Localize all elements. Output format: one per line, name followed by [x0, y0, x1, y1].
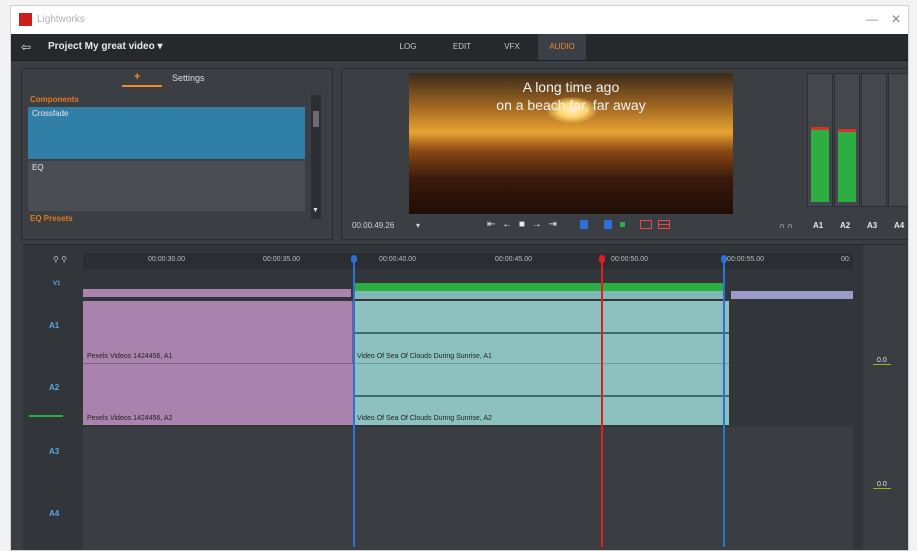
title-bar: Lightworks — ✕	[11, 6, 908, 34]
remove-section-icon[interactable]	[658, 220, 670, 229]
mark-out-line[interactable]	[723, 257, 725, 547]
meter-a1	[807, 73, 833, 207]
tab-edit[interactable]: EDIT	[445, 34, 479, 60]
playhead[interactable]	[601, 257, 603, 547]
timeline-panel: ⚲ ⚲ 00:00:30.00 00:00:35.00 00:00:40.00 …	[23, 244, 906, 550]
track-a1-label[interactable]: A1	[49, 321, 59, 330]
scroll-down-icon[interactable]: ▼	[312, 207, 319, 214]
video-preview[interactable]: A long time ago on a beach far, far away	[409, 73, 733, 214]
component-crossfade-label: Crossfade	[32, 109, 69, 118]
component-eq[interactable]: EQ	[28, 161, 305, 211]
channel-label-a4[interactable]: A4	[894, 221, 904, 230]
playhead-handle[interactable]	[599, 255, 605, 263]
minimize-button[interactable]: —	[866, 12, 878, 26]
meter-a3	[861, 73, 887, 207]
app-logo-icon	[19, 13, 32, 26]
video-clip-teal[interactable]	[353, 291, 723, 299]
track-a3-label[interactable]: A3	[49, 447, 59, 456]
mark-in-line[interactable]	[353, 257, 355, 547]
ruler-label: 00:00:50.00	[611, 256, 648, 263]
app-title: Lightworks	[37, 14, 85, 25]
app-window: Lightworks — ✕ ⇦ Project My great video …	[10, 5, 909, 551]
project-title[interactable]: Project My great video ▾	[48, 41, 163, 52]
channel-label-a2[interactable]: A2	[840, 221, 850, 230]
tab-log[interactable]: LOG	[393, 34, 423, 60]
track-headers: V1 A1 A2 A3 A4	[23, 275, 83, 550]
level-a1-a2[interactable]: 0.0	[873, 357, 891, 365]
meter-a4	[888, 73, 908, 207]
headphone-icons[interactable]: ∩ ∩	[779, 221, 793, 230]
mark-out-icon[interactable]	[604, 220, 612, 229]
track-level-line	[29, 415, 63, 417]
track-mix-column: 0.0 0.0	[863, 245, 906, 550]
clear-marks-icon[interactable]	[640, 220, 652, 229]
tab-audio[interactable]: AUDIO	[538, 34, 586, 60]
meter-a1-level	[811, 130, 829, 202]
component-crossfade[interactable]: Crossfade	[28, 107, 305, 159]
mark-in-handle[interactable]	[351, 255, 357, 263]
component-eq-label: EQ	[32, 163, 44, 172]
ruler-label: 00:	[841, 256, 851, 263]
audio-clip-a2-right[interactable]: Video Of Sea Of Clouds During Sunrise, A…	[353, 363, 729, 425]
ruler-label: 00:00:45.00	[495, 256, 532, 263]
mark-in-icon[interactable]	[580, 220, 588, 229]
ruler-label: 00:00:30.00	[148, 256, 185, 263]
meter-a1-peak	[811, 127, 829, 130]
meter-a2-peak	[838, 129, 856, 132]
components-label: Components	[30, 95, 79, 104]
meter-a2-level	[838, 132, 856, 202]
ruler-label: 00:00:40.00	[379, 256, 416, 263]
clip-label: Video Of Sea Of Clouds During Sunrise, A…	[357, 415, 492, 422]
waveform	[353, 394, 729, 397]
track-a2-label[interactable]: A2	[49, 383, 59, 392]
tab-settings[interactable]: Settings	[172, 73, 205, 83]
video-clip-green[interactable]	[353, 283, 723, 291]
zoom-icons[interactable]: ⚲ ⚲	[53, 255, 67, 264]
meter-a2	[834, 73, 860, 207]
transport-controls[interactable]: ⇤ ← ■ → ⇥	[487, 219, 559, 230]
eq-presets-label: EQ Presets	[30, 214, 73, 223]
viewer-timecode[interactable]: 00.00.49.26	[352, 221, 394, 230]
audio-clip-a1-left[interactable]: Pexels Videos 1424456, A1	[83, 301, 353, 363]
active-tab-indicator	[122, 85, 162, 87]
track-a4-label[interactable]: A4	[49, 509, 59, 518]
ruler-label: 00:00:35.00	[263, 256, 300, 263]
timecode-menu-icon[interactable]: ▾	[416, 221, 420, 230]
audio-meters-panel: ∩ ∩ A1 A2 A3 A4	[779, 68, 908, 240]
effects-panel: + Settings Components Crossfade EQ EQ Pr…	[21, 68, 333, 240]
subtitle-line-2: on a beach far, far away	[496, 97, 646, 113]
waveform	[353, 332, 729, 334]
ruler-label: 00:00:55.00	[727, 256, 764, 263]
level-a3-a4[interactable]: 0.0	[873, 481, 891, 489]
effects-scrollbar[interactable]: ▼	[311, 95, 321, 219]
menu-bar: ⇦ Project My great video ▾ LOG EDIT VFX …	[11, 34, 908, 61]
subtitle-line-1: A long time ago	[522, 79, 620, 95]
viewer-panel: A long time ago on a beach far, far away…	[341, 68, 803, 240]
clip-label: Pexels Videos 1424456, A1	[87, 353, 173, 360]
channel-label-a3[interactable]: A3	[867, 221, 877, 230]
add-effect-tab[interactable]: +	[134, 71, 140, 83]
empty-tracks-area[interactable]	[83, 427, 853, 550]
video-clip-left[interactable]	[83, 289, 351, 297]
clip-label: Pexels Videos 1424456, A2	[87, 415, 173, 422]
scrollbar-thumb[interactable]	[313, 111, 319, 127]
clip-label: Video Of Sea Of Clouds During Sunrise, A…	[357, 353, 492, 360]
video-clip-right[interactable]	[731, 291, 853, 299]
audio-clip-a2-left[interactable]: Pexels Videos 1424456, A2	[83, 363, 353, 425]
track-v1-label[interactable]: V1	[53, 281, 60, 287]
exit-project-icon[interactable]: ⇦	[21, 40, 31, 54]
tab-vfx[interactable]: VFX	[497, 34, 527, 60]
mark-out-handle[interactable]	[721, 255, 727, 263]
channel-label-a1[interactable]: A1	[813, 221, 823, 230]
green-marker-icon[interactable]	[620, 222, 625, 227]
close-button[interactable]: ✕	[891, 12, 901, 26]
audio-clip-a1-right[interactable]: Video Of Sea Of Clouds During Sunrise, A…	[353, 301, 729, 363]
timeline-ruler[interactable]: 00:00:30.00 00:00:35.00 00:00:40.00 00:0…	[83, 253, 853, 269]
